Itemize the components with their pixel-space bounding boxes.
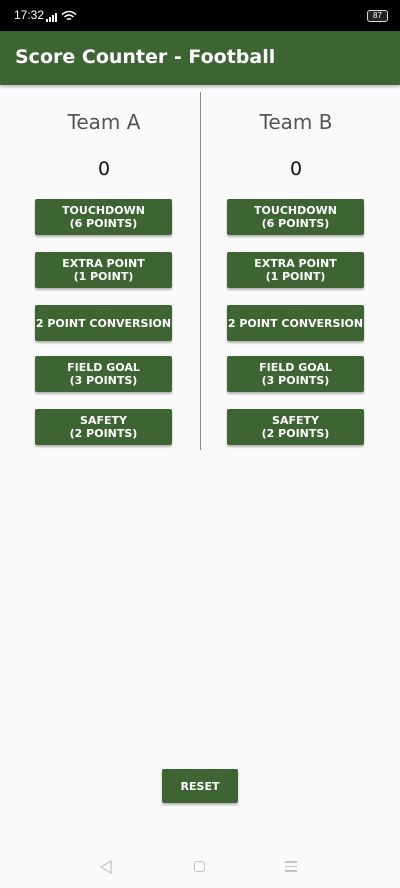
- reset-button[interactable]: RESET: [162, 769, 238, 803]
- team-a-panel: Team A 0 TOUCHDOWN (6 POINTS) EXTRA POIN…: [4, 0, 204, 460]
- team-b-name: Team B: [259, 110, 333, 134]
- team-a-safety-button[interactable]: SAFETY (2 POINTS): [35, 409, 172, 445]
- team-b-safety-button[interactable]: SAFETY (2 POINTS): [227, 409, 364, 445]
- team-a-name: Team A: [67, 110, 141, 134]
- navigation-bar: [0, 846, 400, 888]
- team-b-extra-point-button[interactable]: EXTRA POINT (1 POINT): [227, 252, 364, 288]
- team-b-panel: Team B 0 TOUCHDOWN (6 POINTS) EXTRA POIN…: [196, 0, 396, 460]
- team-b-touchdown-button[interactable]: TOUCHDOWN (6 POINTS): [227, 199, 364, 235]
- back-icon[interactable]: [99, 860, 113, 874]
- team-a-field-goal-button[interactable]: FIELD GOAL (3 POINTS): [35, 356, 172, 392]
- menu-icon[interactable]: [285, 861, 297, 872]
- team-b-two-point-conversion-button[interactable]: 2 POINT CONVERSION: [227, 305, 364, 341]
- team-a-two-point-conversion-button[interactable]: 2 POINT CONVERSION: [35, 305, 172, 341]
- team-b-field-goal-button[interactable]: FIELD GOAL (3 POINTS): [227, 356, 364, 392]
- team-a-extra-point-button[interactable]: EXTRA POINT (1 POINT): [35, 252, 172, 288]
- team-a-touchdown-button[interactable]: TOUCHDOWN (6 POINTS): [35, 199, 172, 235]
- team-b-score: 0: [289, 158, 303, 180]
- home-icon[interactable]: [194, 861, 205, 872]
- team-a-score: 0: [97, 158, 111, 180]
